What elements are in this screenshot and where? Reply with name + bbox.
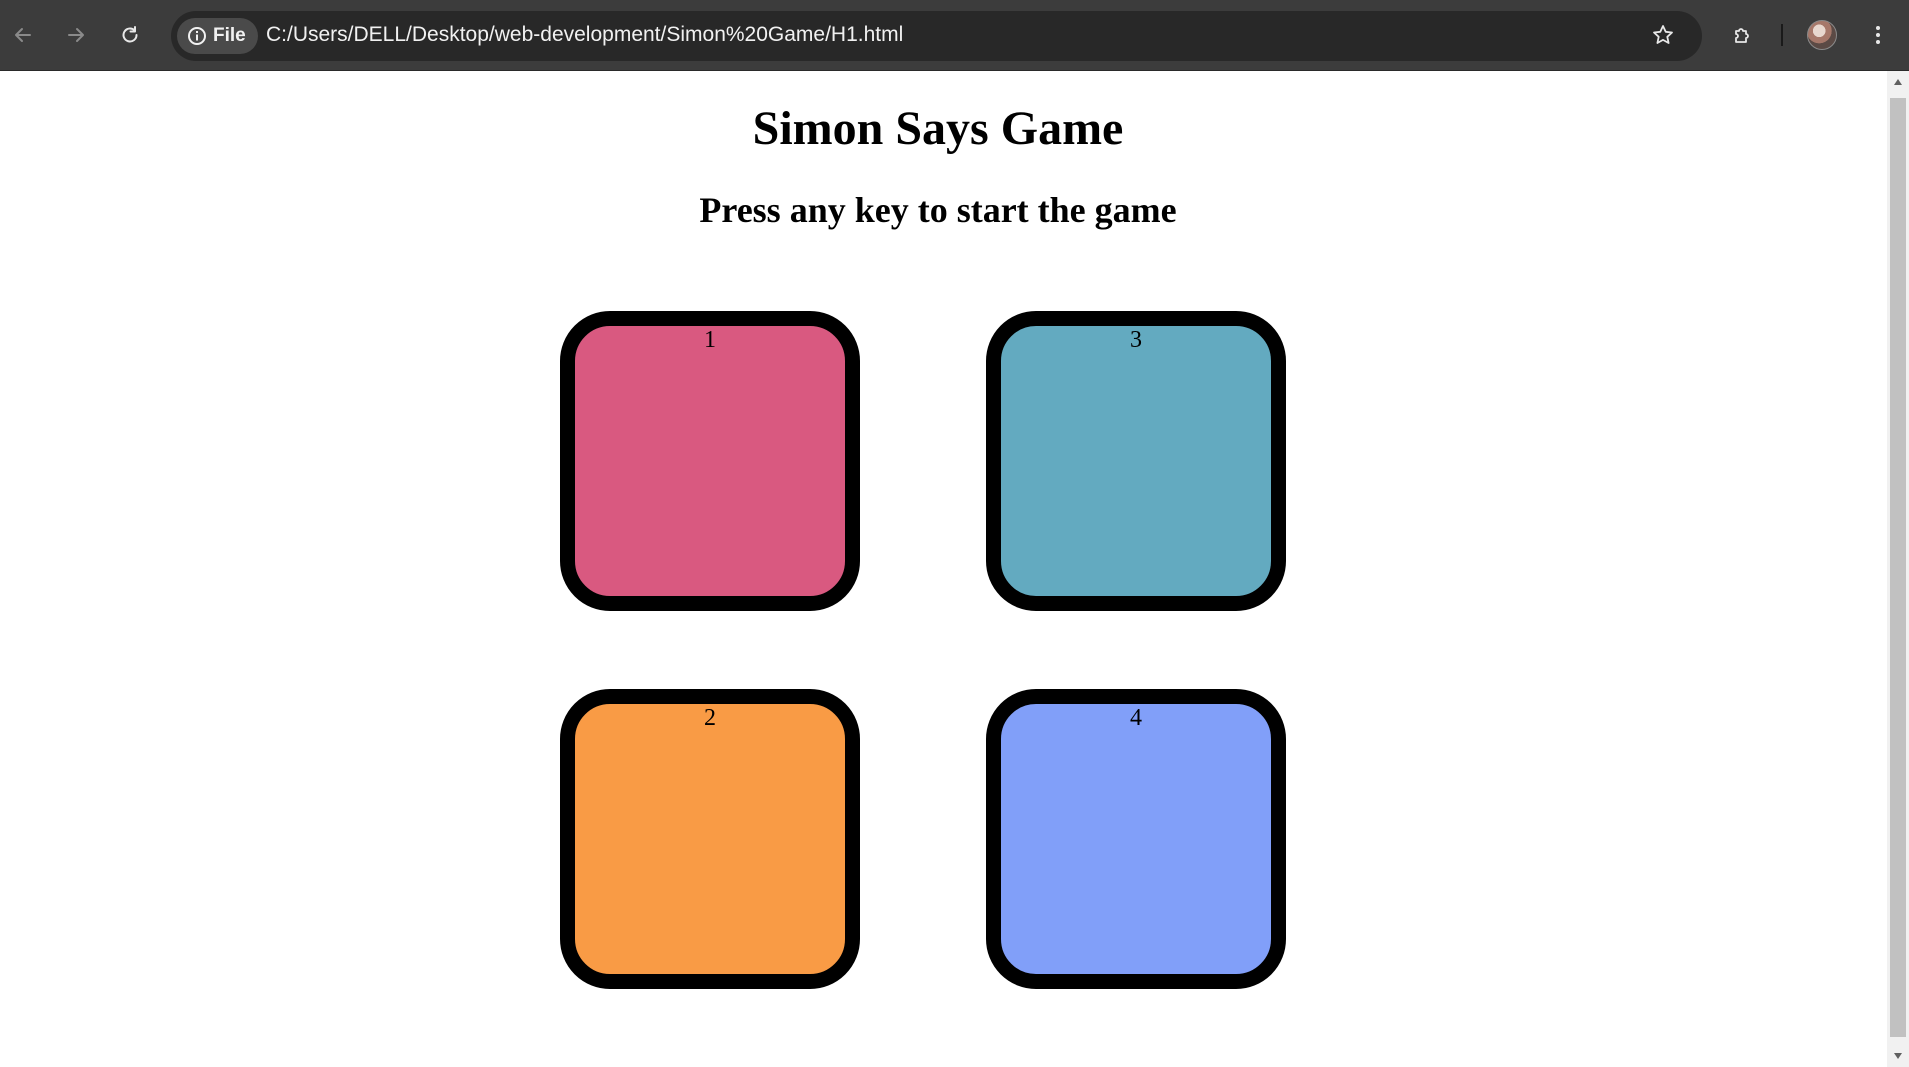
page-title: Simon Says Game — [752, 102, 1124, 155]
game-status-text: Press any key to start the game — [699, 190, 1177, 230]
browser-menu-button[interactable] — [1861, 18, 1895, 52]
reload-button[interactable] — [113, 18, 147, 52]
game-button-label: 4 — [1130, 705, 1142, 731]
avatar[interactable] — [1807, 20, 1837, 50]
game-button-label: 1 — [704, 327, 716, 353]
game-button-2[interactable]: 2 — [560, 689, 860, 989]
url-text[interactable]: C:/Users/DELL/Desktop/web-development/Si… — [266, 23, 903, 47]
forward-button[interactable] — [59, 18, 93, 52]
scrollbar-thumb[interactable] — [1890, 98, 1906, 1037]
game-button-1[interactable]: 1 — [560, 311, 860, 611]
star-icon — [1653, 25, 1673, 44]
extensions-button[interactable] — [1726, 18, 1760, 52]
game-button-4[interactable]: 4 — [986, 689, 1286, 989]
toolbar-divider — [1781, 24, 1783, 46]
address-bar[interactable]: File C:/Users/DELL/Desktop/web-developme… — [171, 11, 1702, 61]
game-button-label: 3 — [1130, 327, 1142, 353]
scroll-down-button[interactable] — [1887, 1045, 1909, 1067]
vertical-scrollbar[interactable] — [1887, 71, 1909, 1067]
site-info-chip[interactable]: File — [177, 18, 258, 54]
page-viewport: Simon Says Game Press any key to start t… — [0, 71, 1909, 1067]
game-button-3[interactable]: 3 — [986, 311, 1286, 611]
caret-down-icon — [1894, 1053, 1902, 1059]
scroll-up-button[interactable] — [1887, 71, 1909, 93]
bookmark-button[interactable] — [1646, 18, 1680, 52]
browser-toolbar: File C:/Users/DELL/Desktop/web-developme… — [0, 0, 1909, 71]
arrow-right-icon — [68, 28, 84, 42]
game-button-label: 2 — [704, 705, 716, 731]
info-icon — [188, 27, 206, 45]
reload-icon — [122, 26, 138, 43]
back-button[interactable] — [6, 18, 40, 52]
caret-up-icon — [1894, 79, 1902, 85]
kebab-menu-icon — [1876, 26, 1880, 44]
puzzle-icon — [1735, 28, 1749, 43]
site-chip-label: File — [213, 25, 246, 46]
arrow-left-icon — [15, 28, 31, 42]
